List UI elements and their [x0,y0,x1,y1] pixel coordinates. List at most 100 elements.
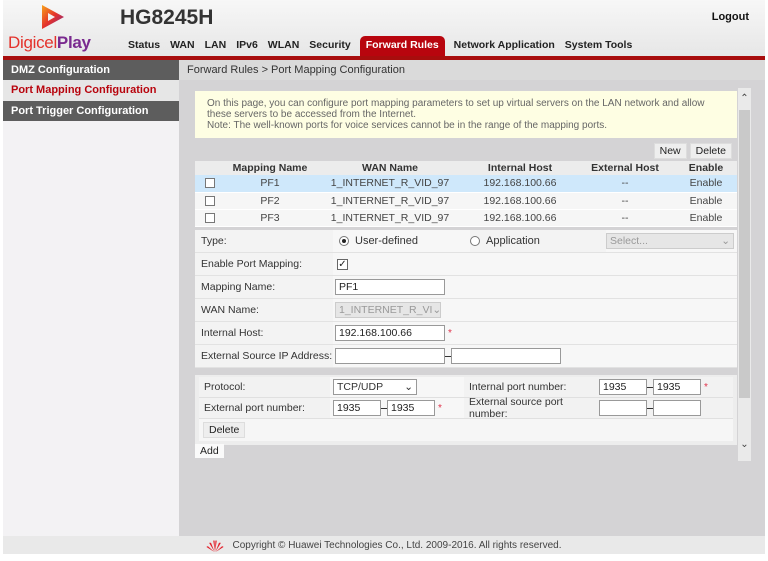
cell-enable: Enable [675,192,737,210]
col-enable: Enable [675,161,737,175]
external-port-start-input[interactable]: 1935 [333,400,381,416]
cell-mapping-name: PF2 [225,192,315,210]
scroll-down-icon[interactable]: ⌄ [738,439,751,453]
breadcrumb: Forward Rules > Port Mapping Configurati… [179,60,765,80]
nav-forward-rules[interactable]: Forward Rules [359,36,445,56]
huawei-logo-icon [206,539,224,552]
internal-host-input[interactable]: 192.168.100.66 [335,325,445,341]
external-port-label: External port number: [204,402,305,414]
cell-wan-name: 1_INTERNET_R_VID_97 [315,175,465,193]
notice-note: Note: The well-known ports for voice ser… [207,120,608,131]
sidebar: DMZ Configuration Port Mapping Configura… [3,60,179,536]
col-wan-name: WAN Name [315,161,465,175]
cell-internal-host: 192.168.100.66 [465,209,575,227]
nav-lan[interactable]: LAN [200,39,232,56]
external-source-port-end-input[interactable] [653,400,701,416]
internal-port-label: Internal port number: [469,381,567,393]
sidebar-item-port-trigger[interactable]: Port Trigger Configuration [3,101,179,121]
row-checkbox[interactable] [205,212,215,223]
chevron-down-icon: ⌄ [721,235,730,247]
protocol-select[interactable]: TCP/UDP ⌄ [333,379,417,395]
nav-status[interactable]: Status [123,39,165,56]
external-source-ip-label: External Source IP Address: [201,350,333,362]
wan-name-row: WAN Name: 1_INTERNET_R_VI ⌄ [195,299,737,322]
external-source-ip-end-input[interactable] [451,348,561,364]
external-source-port-label: External source port number: [469,396,563,420]
col-select [195,161,225,175]
sidebar-item-port-mapping[interactable]: Port Mapping Configuration [3,80,179,101]
user-defined-label: User-defined [355,235,418,247]
delete-button[interactable]: Delete [689,143,732,159]
cell-internal-host: 192.168.100.66 [465,192,575,210]
row-checkbox[interactable] [205,178,215,189]
port-actions: Delete [199,419,733,441]
protocol-label: Protocol: [204,381,246,393]
internal-host-label: Internal Host: [201,327,264,339]
external-source-ip-row: External Source IP Address: [195,345,737,368]
type-row: Type: User-defined Application Select...… [195,230,737,253]
cell-mapping-name: PF3 [225,209,315,227]
device-model: HG8245H [120,6,214,29]
port-mapping-form: Type: User-defined Application Select...… [195,230,737,368]
header: DigicelPlay HG8245H Logout Status WAN LA… [3,0,765,58]
user-defined-radio[interactable] [339,236,349,246]
cell-enable: Enable [675,209,737,227]
scroll-up-icon[interactable]: ⌃ [738,93,751,107]
mapping-name-label: Mapping Name: [201,281,276,293]
content-frame: On this page, you can configure port map… [195,88,751,461]
external-port-row: External port number: 1935 1935 * Extern… [199,396,733,420]
cell-wan-name: 1_INTERNET_R_VID_97 [315,209,465,227]
new-button[interactable]: New [653,143,687,159]
table-row[interactable]: PF3 1_INTERNET_R_VID_97 192.168.100.66 -… [195,209,737,227]
nav-wlan[interactable]: WLAN [263,39,305,56]
frame-scrollbar[interactable]: ⌃ ⌄ [738,88,751,461]
internal-port-start-input[interactable]: 1935 [599,379,647,395]
cell-enable: Enable [675,175,737,193]
port-mapping-table: Mapping Name WAN Name Internal Host Exte… [195,161,737,227]
enable-row: Enable Port Mapping: ✓ [195,253,737,276]
enable-label: Enable Port Mapping: [201,258,302,270]
enable-port-mapping-checkbox[interactable]: ✓ [337,258,348,270]
nav-security[interactable]: Security [304,39,355,56]
type-label: Type: [201,235,227,247]
sidebar-item-dmz[interactable]: DMZ Configuration [3,60,179,80]
wan-name-select[interactable]: 1_INTERNET_R_VI ⌄ [335,302,441,318]
add-port-button[interactable]: Add [195,444,224,458]
main-nav: Status WAN LAN IPv6 WLAN Security Forwar… [123,36,637,56]
nav-wan[interactable]: WAN [165,39,200,56]
logout-link[interactable]: Logout [712,11,749,23]
required-mark: * [438,402,442,414]
col-external-host: External Host [575,161,675,175]
mapping-name-input[interactable]: PF1 [335,279,445,295]
application-label: Application [486,235,540,247]
wan-name-label: WAN Name: [201,304,259,316]
play-logo-icon [42,5,64,29]
logo-text: DigicelPlay [8,33,91,52]
cell-external-host: -- [575,209,675,227]
delete-port-button[interactable]: Delete [203,422,246,438]
notice-text: On this page, you can configure port map… [207,98,705,120]
scroll-thumb[interactable] [739,110,750,398]
table-row[interactable]: PF1 1_INTERNET_R_VID_97 192.168.100.66 -… [195,175,737,193]
cell-mapping-name: PF1 [225,175,315,193]
footer: Copyright © Huawei Technologies Co., Ltd… [3,536,765,554]
external-port-end-input[interactable]: 1935 [387,400,435,416]
copyright-text: Copyright © Huawei Technologies Co., Ltd… [232,539,562,551]
cell-external-host: -- [575,175,675,193]
main-content: Forward Rules > Port Mapping Configurati… [179,60,765,536]
internal-port-end-input[interactable]: 1935 [653,379,701,395]
nav-network-application[interactable]: Network Application [449,39,560,56]
table-row[interactable]: PF2 1_INTERNET_R_VID_97 192.168.100.66 -… [195,192,737,210]
external-source-ip-start-input[interactable] [335,348,445,364]
digicel-play-logo: DigicelPlay [6,3,98,53]
nav-system-tools[interactable]: System Tools [560,39,638,56]
chevron-down-icon: ⌄ [432,304,442,316]
external-source-port-start-input[interactable] [599,400,647,416]
nav-ipv6[interactable]: IPv6 [231,39,263,56]
cell-wan-name: 1_INTERNET_R_VID_97 [315,192,465,210]
info-notice: On this page, you can configure port map… [195,91,737,138]
application-radio[interactable] [470,236,480,246]
row-checkbox[interactable] [205,195,215,206]
protocol-row: Protocol: TCP/UDP ⌄ Internal port number… [199,377,733,398]
application-select[interactable]: Select... ⌄ [606,233,734,249]
